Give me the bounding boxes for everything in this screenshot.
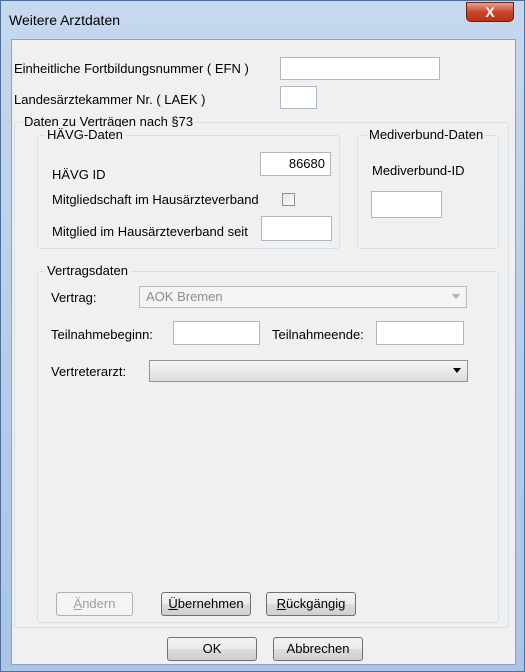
- window-title: Weitere Arztdaten: [9, 12, 121, 28]
- membership-label: Mitgliedschaft im Hausärzteverband: [52, 192, 259, 207]
- rueckgaengig-button[interactable]: Rückgängig: [266, 592, 356, 616]
- efn-label: Einheitliche Fortbildungsnummer ( EFN ): [14, 61, 249, 76]
- aendern-button[interactable]: Ändern: [56, 592, 133, 616]
- vertreterarzt-label: Vertreterarzt:: [51, 364, 127, 379]
- dialog-window: Weitere Arztdaten X Einheitliche Fortbil…: [0, 0, 525, 672]
- aendern-mnemonic: Ä: [73, 596, 83, 611]
- teilnahmeende-label: Teilnahmeende:: [272, 327, 364, 342]
- vertragsdaten-group: Vertragsdaten Vertrag: AOK Bremen Teilna…: [37, 263, 499, 623]
- rueckgaengig-label: ückgängig: [286, 596, 346, 611]
- ok-button[interactable]: OK: [167, 637, 257, 661]
- uebernehmen-label: bernehmen: [177, 596, 244, 611]
- haevg-group: HÄVG-Daten HÄVG ID 86680 Mitgliedschaft …: [37, 127, 340, 249]
- chevron-down-icon: [452, 294, 460, 299]
- dialog-content: Einheitliche Fortbildungsnummer ( EFN ) …: [11, 39, 516, 665]
- haevg-id-label: HÄVG ID: [52, 167, 106, 182]
- mediverbund-id-label: Mediverbund-ID: [372, 163, 465, 178]
- vertrag-label: Vertrag:: [51, 290, 97, 305]
- vertragsdaten-group-title: Vertragsdaten: [45, 263, 130, 278]
- uebernehmen-button[interactable]: Übernehmen: [161, 592, 251, 616]
- haevg-group-title: HÄVG-Daten: [45, 127, 125, 142]
- mediverbund-group: Mediverbund-Daten Mediverbund-ID: [357, 127, 499, 249]
- member-since-label: Mitglied im Hausärzteverband seit: [52, 224, 248, 239]
- aendern-label: ndern: [82, 596, 116, 611]
- laek-label: Landesärztekammer Nr. ( LAEK ): [14, 92, 206, 107]
- title-bar[interactable]: Weitere Arztdaten X: [1, 1, 524, 39]
- vertreterarzt-select[interactable]: [149, 360, 468, 382]
- mediverbund-id-field[interactable]: [371, 191, 442, 218]
- uebernehmen-mnemonic: Ü: [168, 596, 178, 611]
- efn-field[interactable]: [280, 57, 440, 80]
- cancel-button[interactable]: Abbrechen: [273, 637, 363, 661]
- vertrag-value: AOK Bremen: [146, 289, 223, 304]
- vertrag-select[interactable]: AOK Bremen: [139, 286, 467, 308]
- mediverbund-group-title: Mediverbund-Daten: [367, 127, 486, 142]
- teilnahmebeginn-label: Teilnahmebeginn:: [51, 327, 153, 342]
- haevg-id-field[interactable]: 86680: [260, 152, 331, 176]
- teilnahmebeginn-field[interactable]: [173, 321, 260, 345]
- membership-checkbox[interactable]: [282, 193, 295, 206]
- teilnahmeende-field[interactable]: [376, 321, 464, 345]
- laek-field[interactable]: [280, 86, 317, 109]
- close-icon: X: [485, 4, 495, 20]
- close-button[interactable]: X: [466, 2, 514, 22]
- rueckgaengig-mnemonic: R: [276, 596, 287, 611]
- chevron-down-icon: [453, 368, 461, 373]
- member-since-field[interactable]: [261, 216, 332, 241]
